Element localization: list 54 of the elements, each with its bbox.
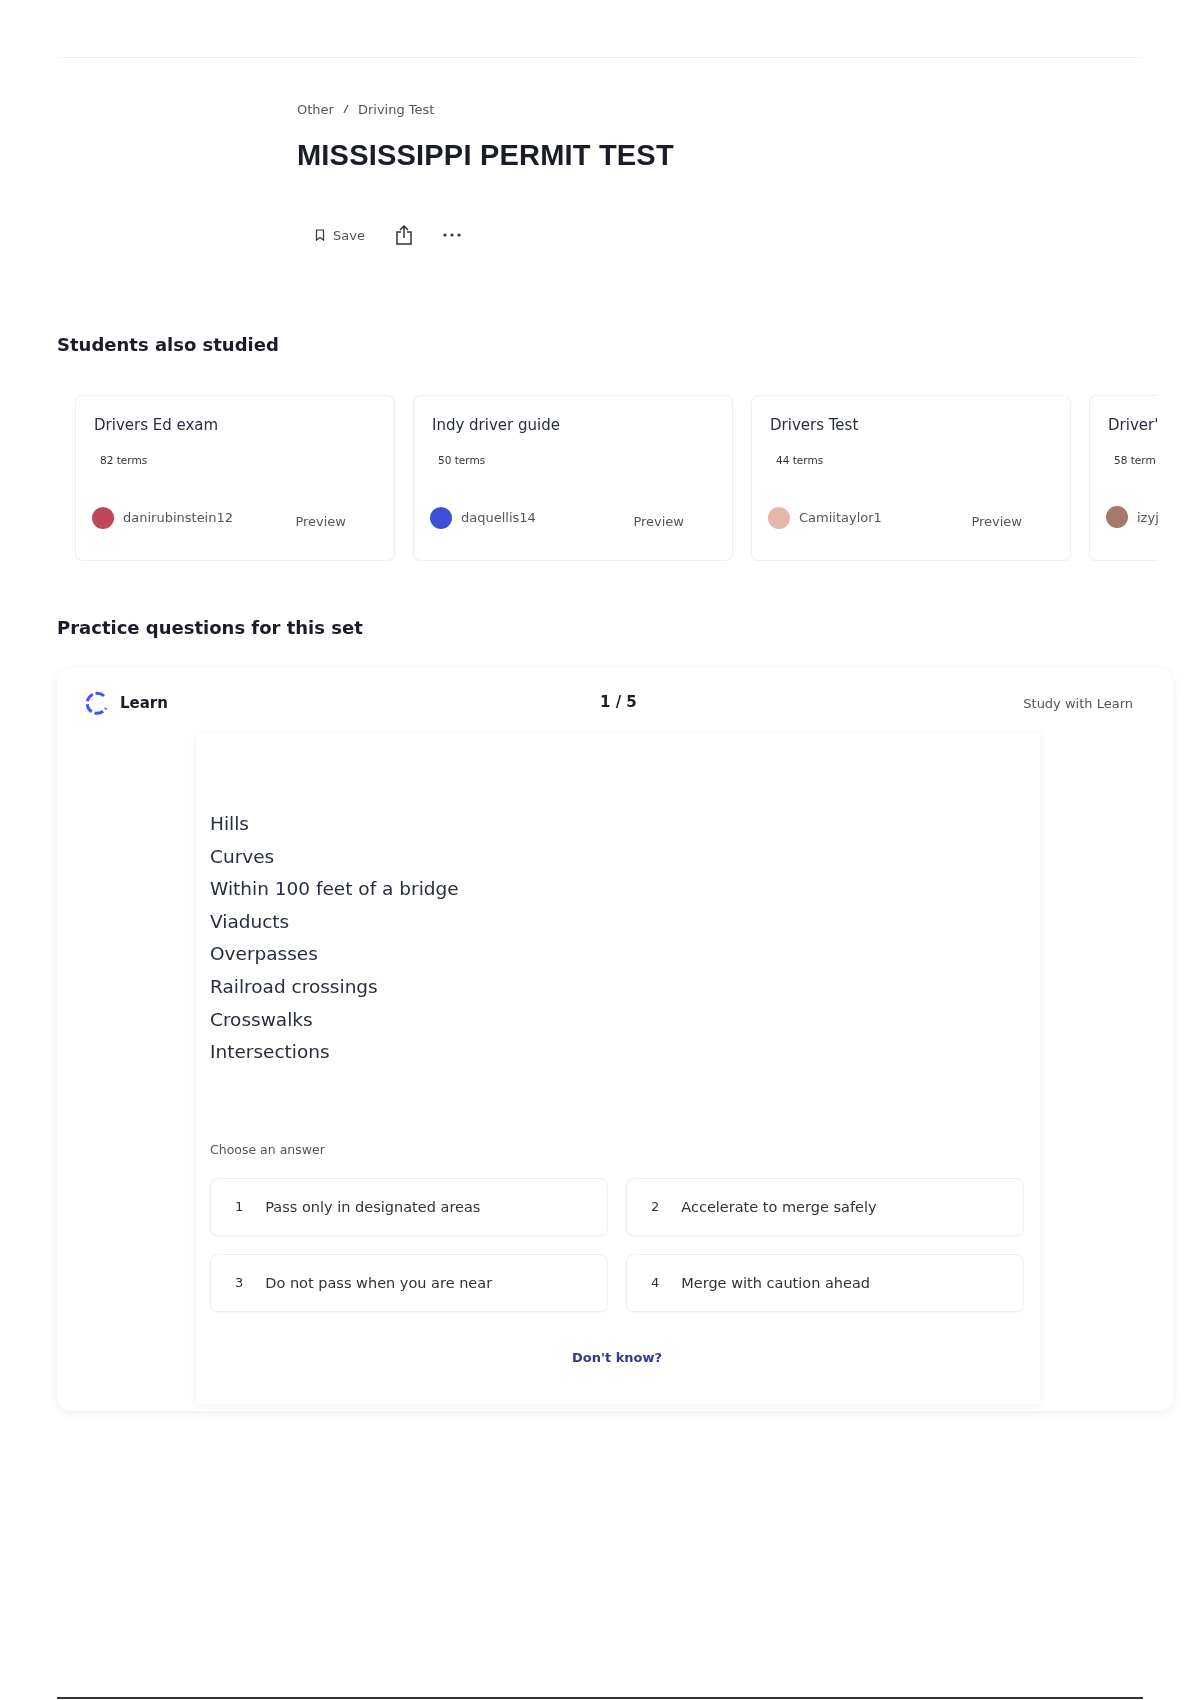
prompt-text: Curves <box>210 845 276 869</box>
answer-option[interactable]: 3 Do not pass when you are near <box>210 1253 608 1312</box>
preview-link[interactable]: Preview <box>971 506 1022 529</box>
study-set-card[interactable]: Driver' 58 term izyj <box>1089 395 1158 561</box>
prompt-text: Overpasses <box>210 943 319 967</box>
option-number: 2 <box>651 1199 660 1215</box>
term-count: 50 terms <box>438 454 487 466</box>
term-count: 44 terms <box>776 454 825 466</box>
author-name: danirubinstein12 <box>123 510 234 525</box>
mode-label: Learn <box>120 694 168 712</box>
prompt-text: Viaducts <box>210 910 291 934</box>
answer-option[interactable]: 2 Accelerate to merge safely <box>626 1177 1024 1236</box>
card-title: Indy driver guide <box>432 416 561 434</box>
prompt-text: Hills <box>210 813 250 836</box>
author-name: Camiitaylor1 <box>799 510 882 525</box>
option-text: Accelerate to merge safely <box>681 1198 877 1215</box>
section-heading: Practice questions for this set <box>57 617 364 638</box>
author-name: daquellis14 <box>461 510 536 525</box>
save-button[interactable]: Save <box>315 227 365 243</box>
share-button[interactable] <box>394 225 413 245</box>
option-number: 1 <box>235 1199 244 1215</box>
progress-counter: 1 / 5 <box>600 693 637 711</box>
breadcrumb-link[interactable]: Driving Test <box>357 102 435 117</box>
option-text: Do not pass when you are near <box>265 1274 493 1291</box>
card-title: Drivers Ed exam <box>94 416 220 434</box>
preview-link[interactable]: Preview <box>633 506 684 529</box>
option-number: 3 <box>235 1275 244 1291</box>
card-title: Drivers Test <box>770 416 860 434</box>
more-button[interactable] <box>442 233 461 237</box>
option-text: Pass only in designated areas <box>265 1198 481 1215</box>
term-count: 82 terms <box>100 454 149 466</box>
prompt-text: Within 100 feet of a bridge <box>210 878 460 902</box>
breadcrumb-link[interactable]: Other <box>297 102 334 117</box>
card-title: Driver' <box>1108 416 1158 434</box>
study-set-card[interactable]: Drivers Test 44 terms Camiitaylor1 Preview <box>751 395 1071 561</box>
option-text: Merge with caution ahead <box>681 1274 871 1291</box>
prompt-text: Intersections <box>210 1041 331 1065</box>
section-heading: Students also studied <box>57 334 280 355</box>
page-title: MISSISSIPPI PERMIT TEST <box>297 139 675 172</box>
prompt-text: Railroad crossings <box>210 975 379 999</box>
study-set-card[interactable]: Indy driver guide 50 terms daquellis14 Preview <box>413 395 733 561</box>
term-count: 58 term <box>1114 454 1157 466</box>
answer-option[interactable]: 1 Pass only in designated areas <box>210 1177 608 1236</box>
study-set-card[interactable]: Drivers Ed exam 82 terms danirubinstein12 Preview <box>75 395 395 561</box>
dont-know-link[interactable]: Don't know? <box>571 1349 663 1365</box>
bookmark-icon <box>315 229 325 241</box>
option-number: 4 <box>651 1275 660 1291</box>
answer-option[interactable]: 4 Merge with caution ahead <box>626 1253 1024 1312</box>
preview-link[interactable]: Preview <box>295 506 346 529</box>
study-link[interactable]: Study with Learn <box>1023 695 1133 711</box>
instruction-text: Choose an answer <box>210 1141 326 1157</box>
author-name: izyj <box>1137 509 1158 525</box>
prompt-text: Crosswalks <box>210 1008 314 1032</box>
learn-icon <box>84 690 110 716</box>
